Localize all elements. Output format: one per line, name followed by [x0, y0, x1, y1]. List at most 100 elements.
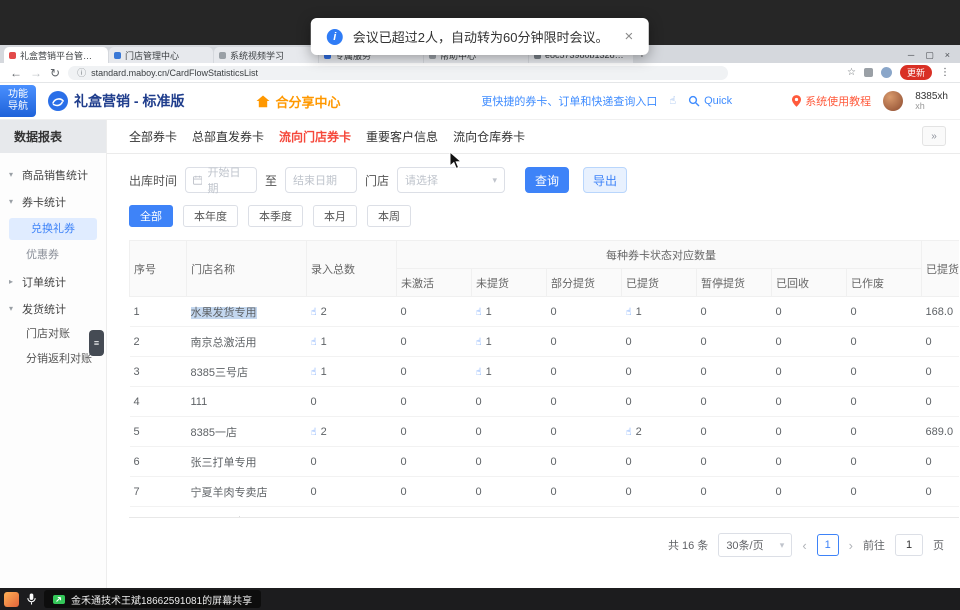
goto-page-input[interactable] — [895, 534, 923, 556]
tab-all-cards[interactable]: 全部券卡 — [129, 128, 177, 145]
cell-count: 0 — [847, 477, 922, 507]
url-field[interactable]: ⓘ standard.maboy.cn/CardFlowStatisticsLi… — [68, 66, 728, 80]
cell-count: 0 — [397, 387, 472, 417]
prev-page-icon[interactable]: ‹ — [802, 538, 806, 553]
user-subname: xh — [915, 102, 948, 112]
pointer-link-icon[interactable]: ☝ — [626, 307, 632, 318]
browser-tab[interactable]: 门店管理中心 — [109, 47, 213, 63]
share-app-icon[interactable] — [4, 592, 19, 607]
microphone-icon[interactable] — [26, 592, 37, 606]
minimize-button[interactable]: ─ — [908, 50, 914, 61]
search-button[interactable]: 查询 — [525, 167, 569, 193]
caret-down-icon: ▾ — [9, 170, 17, 179]
pointer-link-icon[interactable]: ☝ — [476, 337, 482, 348]
quick-filter-week[interactable]: 本周 — [367, 205, 411, 227]
back-icon[interactable]: ← — [10, 66, 22, 80]
extensions-icon[interactable] — [864, 68, 873, 77]
tutorial-link[interactable]: 系统使用教程 — [792, 93, 871, 109]
cell-count: 0 — [547, 447, 622, 477]
sidebar-item-discount-coupon[interactable]: 优惠券 — [0, 243, 106, 268]
cell-count: 0 — [772, 327, 847, 357]
function-nav-button[interactable]: 功能 导航 — [0, 85, 36, 117]
end-date-input[interactable]: 结束日期 — [285, 167, 357, 193]
quick-filter-quarter[interactable]: 本季度 — [248, 205, 303, 227]
column-group-status: 每种券卡状态对应数量 — [397, 241, 922, 269]
site-info-icon[interactable]: ⓘ — [77, 66, 86, 79]
next-page-icon[interactable]: › — [849, 538, 853, 553]
sidebar-item-product-sales[interactable]: ▾ 商品销售统计 — [0, 161, 106, 188]
reload-icon[interactable]: ↻ — [50, 66, 60, 80]
forward-icon[interactable]: → — [30, 66, 42, 80]
quick-entry-link[interactable]: 更快捷的券卡、订单和快递查询入口 — [481, 93, 657, 109]
cell-count: ☝2 — [307, 297, 397, 327]
cell-no: 7 — [130, 477, 187, 507]
cell-count: 0 — [847, 417, 922, 447]
sidebar-item-order-stats[interactable]: ▸ 订单统计 — [0, 268, 106, 295]
browser-update-button[interactable]: 更新 — [900, 65, 932, 80]
cell-amount: 0 — [922, 447, 959, 477]
tabs-overflow-button[interactable]: » — [922, 126, 946, 146]
sidebar: 数据报表 ▾ 商品销售统计 ▾ 券卡统计 兑换礼券 优惠券 ▸ 订单统计 — [0, 120, 107, 588]
bookmark-icon[interactable]: ☆ — [847, 67, 856, 78]
store-name-text: 8385三号店 — [191, 367, 248, 379]
cell-count: 0 — [307, 447, 397, 477]
close-window-button[interactable]: × — [945, 50, 950, 61]
cell-count: 0 — [472, 507, 547, 519]
browser-tab[interactable]: 系统视频学习 — [214, 47, 318, 63]
column-header-recycled: 已回收 — [772, 269, 847, 297]
quick-filter-month[interactable]: 本月 — [313, 205, 357, 227]
start-date-input[interactable]: 开始日期 — [185, 167, 257, 193]
cell-count: ☝1 — [307, 357, 397, 387]
tab-hq-direct-cards[interactable]: 总部直发券卡 — [192, 128, 264, 145]
tab-favicon — [9, 52, 16, 59]
page-size-select[interactable]: 30条/页 ▾ — [718, 533, 792, 557]
meeting-toast: i 会议已超过2人，自动转为60分钟限时会议。 × — [311, 18, 649, 55]
browser-profile-icon[interactable] — [881, 67, 892, 78]
export-button[interactable]: 导出 — [583, 167, 627, 193]
maximize-button[interactable]: ▢ — [925, 50, 934, 61]
pointer-link-icon[interactable]: ☝ — [311, 427, 317, 438]
sidebar-item-shipping-stats[interactable]: ▾ 发货统计 — [0, 295, 106, 322]
pointer-link-icon[interactable]: ☝ — [476, 307, 482, 318]
pointer-icon: ☝ — [669, 94, 676, 107]
quick-search[interactable]: Quick — [688, 95, 732, 107]
cell-count: 0 — [472, 477, 547, 507]
cell-count: ☝2 — [622, 417, 697, 447]
user-block[interactable]: 8385xh xh — [915, 91, 948, 112]
toast-close-icon[interactable]: × — [624, 28, 633, 45]
tab-store-flow-cards[interactable]: 流向门店券卡 — [279, 128, 351, 145]
cell-amount: 1152 — [922, 507, 959, 519]
pointer-link-icon[interactable]: ☝ — [476, 367, 482, 378]
app-body: 数据报表 ▾ 商品销售统计 ▾ 券卡统计 兑换礼券 优惠券 ▸ 订单统计 — [0, 120, 960, 588]
pointer-link-icon[interactable]: ☝ — [626, 427, 632, 438]
table-row: 7宁夏羊肉专卖店000000000 — [130, 477, 960, 507]
column-header-paused: 暂停提货 — [697, 269, 772, 297]
caret-down-icon: ▾ — [9, 197, 17, 206]
cell-count: 0 — [847, 447, 922, 477]
cell-no: 4 — [130, 387, 187, 417]
quick-filter-year[interactable]: 本年度 — [183, 205, 238, 227]
tab-key-customer-info[interactable]: 重要客户信息 — [366, 128, 438, 145]
table-row: 1水果发货专用☝20☝10☝1000168.0 — [130, 297, 960, 327]
table-row: 8栗西张三专用☝5000☝40001152 — [130, 507, 960, 519]
store-name-text: 张三打单专用 — [191, 457, 257, 469]
tab-warehouse-flow-cards[interactable]: 流向仓库券卡 — [453, 128, 525, 145]
column-header-not-picked: 未提货 — [472, 269, 547, 297]
page-size-value: 30条/页 — [726, 537, 763, 553]
browser-menu-icon[interactable]: ⋮ — [940, 67, 950, 78]
pointer-link-icon[interactable]: ☝ — [311, 307, 317, 318]
browser-tab[interactable]: 礼盒营销平台管理中心 — [4, 47, 108, 63]
sidebar-collapse-handle[interactable]: ≡ — [89, 330, 104, 356]
share-center-link[interactable]: 合分享中心 — [256, 92, 340, 111]
pointer-link-icon[interactable]: ☝ — [311, 367, 317, 378]
screen-share-text: 金禾通技术王斌18662591081的屏幕共享 — [71, 592, 252, 607]
pointer-link-icon[interactable]: ☝ — [311, 337, 317, 348]
sidebar-item-card-stats[interactable]: ▾ 券卡统计 — [0, 188, 106, 215]
user-name: 8385xh — [915, 91, 948, 102]
header-right: 更快捷的券卡、订单和快递查询入口 ☝ Quick 系统使用教程 — [481, 91, 960, 112]
page-number-button[interactable]: 1 — [817, 534, 839, 556]
cell-count: 0 — [847, 357, 922, 387]
sidebar-item-exchange-coupon[interactable]: 兑换礼券 — [9, 218, 97, 240]
user-avatar[interactable] — [883, 91, 903, 111]
quick-filter-all[interactable]: 全部 — [129, 205, 173, 227]
